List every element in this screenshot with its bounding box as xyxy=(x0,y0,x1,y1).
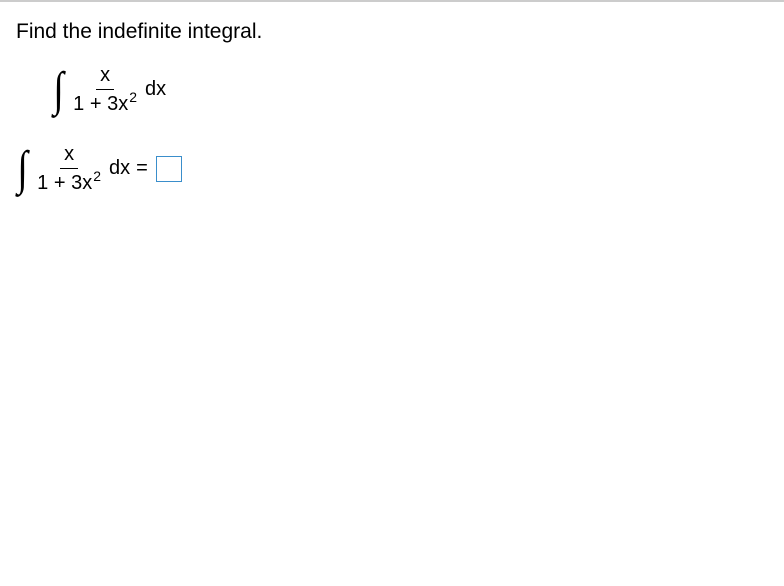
answer-row: ∫ x 1 + 3x2 dx = xyxy=(16,141,768,196)
denominator-base: 1 + 3x xyxy=(37,172,92,194)
problem-prompt: Find the indefinite integral. xyxy=(16,20,768,44)
integral-symbol: ∫ xyxy=(17,145,28,193)
differential: dx xyxy=(109,157,130,180)
fraction: x 1 + 3x2 xyxy=(33,141,105,196)
fraction: x 1 + 3x2 xyxy=(69,62,141,117)
answer-input[interactable] xyxy=(156,156,182,182)
exponent: 2 xyxy=(93,168,101,184)
numerator: x xyxy=(60,141,78,169)
differential: dx xyxy=(145,78,166,101)
denominator: 1 + 3x2 xyxy=(69,90,141,117)
numerator: x xyxy=(96,62,114,90)
integral-expression: ∫ x 1 + 3x2 dx xyxy=(52,62,768,117)
denominator-base: 1 + 3x xyxy=(73,93,128,115)
equals-sign: = xyxy=(136,157,148,180)
denominator: 1 + 3x2 xyxy=(33,169,105,196)
exponent: 2 xyxy=(129,89,137,105)
integral-symbol: ∫ xyxy=(53,66,64,114)
